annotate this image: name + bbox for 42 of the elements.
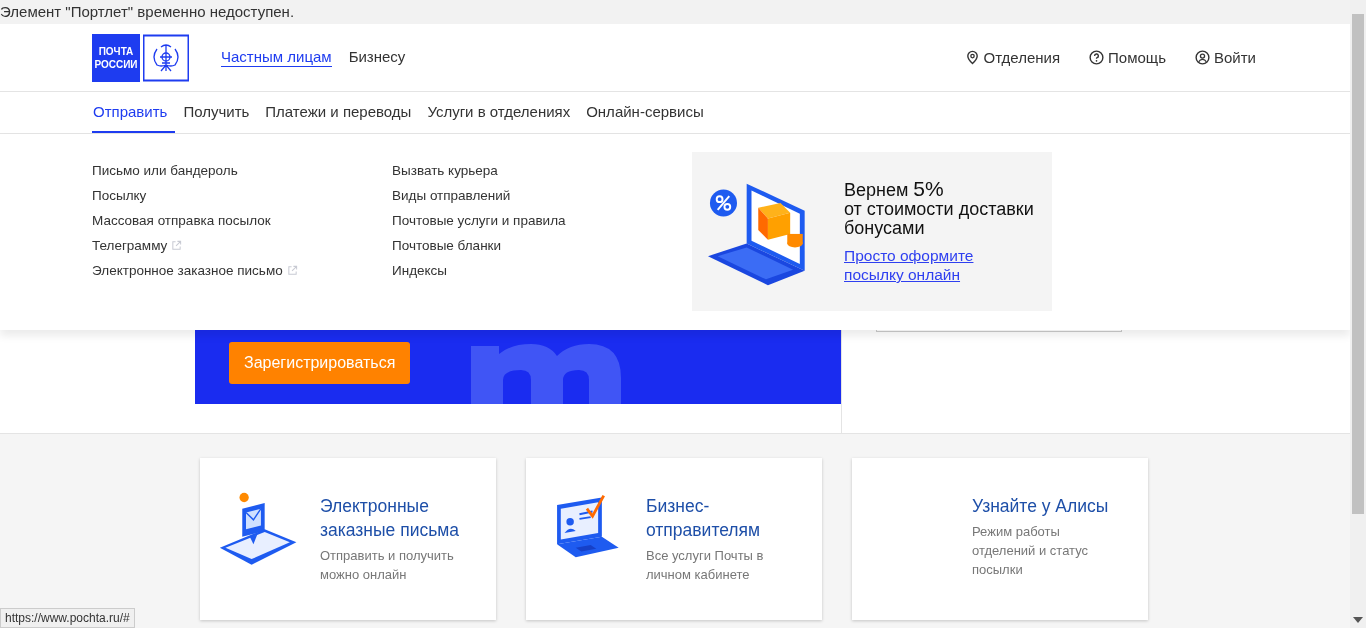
- menu-link[interactable]: Виды отправлений: [392, 183, 511, 208]
- service-card[interactable]: Узнайте у Алисы Режим работы отделений и статус посылки: [852, 458, 1148, 620]
- scroll-down-icon[interactable]: [1353, 617, 1363, 623]
- nav-tab[interactable]: Онлайн-сервисы: [578, 92, 712, 133]
- card-description: Все услуги Почты в личном кабинете: [646, 547, 765, 584]
- logo-wordmark[interactable]: ПОЧТА РОССИИ: [92, 33, 140, 82]
- card-title: Бизнес-отправителям: [646, 495, 762, 542]
- menu-link[interactable]: Массовая отправка посылок: [92, 208, 271, 233]
- menu-link[interactable]: Телеграмму: [92, 233, 183, 258]
- nav-tab[interactable]: Услуги в отделениях: [419, 92, 579, 133]
- menu-link[interactable]: Посылку: [92, 183, 147, 208]
- external-link-icon: [286, 265, 298, 276]
- location-pin-icon: [964, 50, 980, 65]
- menu-link[interactable]: Электронное заказное письмо: [92, 258, 298, 283]
- header-link[interactable]: Войти: [1195, 49, 1256, 66]
- user-icon: [1195, 50, 1210, 65]
- card-title: Узнайте у Алисы: [972, 495, 1110, 518]
- header-link[interactable]: Помощь: [1089, 49, 1166, 66]
- nav-tab[interactable]: Платежи и переводы: [257, 92, 420, 133]
- promo-title: Вернем 5% от стоимости доставки бонусами: [844, 179, 1034, 238]
- service-card[interactable]: Бизнес-отправителям Все услуги Почты в личном кабинете: [526, 458, 822, 620]
- menu-link[interactable]: Вызвать курьера: [392, 158, 498, 183]
- notice-message: Элемент "Портлет" временно недоступен.: [0, 0, 1350, 24]
- audience-tab[interactable]: Частным лицам: [221, 48, 332, 67]
- scrollbar-thumb[interactable]: [1352, 14, 1364, 514]
- menu-link[interactable]: Письмо или бандероль: [92, 158, 238, 183]
- header-link[interactable]: Отделения: [964, 49, 1061, 66]
- menu-link[interactable]: Почтовые бланки: [392, 233, 502, 258]
- help-icon: [1089, 50, 1105, 65]
- eagle-emblem-icon[interactable]: [143, 33, 189, 82]
- status-url: https://www.pochta.ru/#: [0, 608, 135, 628]
- card-title: Электронные заказные письма: [320, 495, 461, 542]
- audience-tab[interactable]: Бизнесу: [348, 48, 406, 67]
- promo-link[interactable]: Просто оформите посылку онлайн: [844, 246, 994, 284]
- scrollbar[interactable]: [1350, 0, 1366, 628]
- card-description: Режим работы отделений и статус посылки: [972, 523, 1090, 579]
- service-card[interactable]: Электронные заказные письма Отправить и получить можно онлайн: [200, 458, 496, 620]
- card-description: Отправить и получить можно онлайн: [320, 547, 455, 584]
- menu-link[interactable]: Индексы: [392, 258, 448, 283]
- external-link-icon: [171, 240, 183, 251]
- menu-link[interactable]: Почтовые услуги и правила: [392, 208, 566, 233]
- nav-tab[interactable]: Получить: [175, 92, 258, 133]
